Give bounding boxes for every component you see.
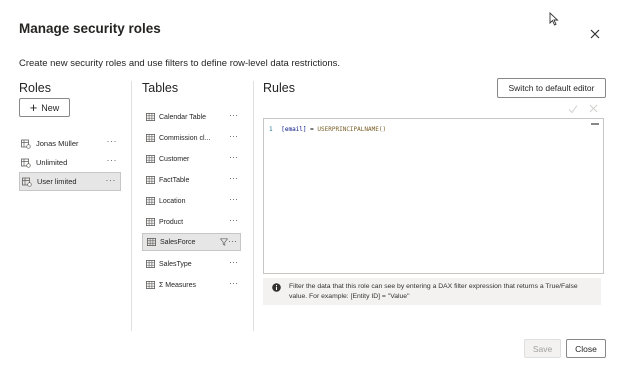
role-icon bbox=[21, 139, 31, 149]
plus-icon: + bbox=[29, 99, 38, 115]
role-label: User limited bbox=[37, 177, 77, 186]
info-text: Filter the data that this role can see b… bbox=[289, 283, 578, 300]
more-options-icon[interactable]: ··· bbox=[228, 236, 237, 246]
table-icon bbox=[146, 134, 155, 142]
table-label: Calendar Table bbox=[159, 113, 206, 121]
tables-heading: Tables bbox=[142, 81, 179, 95]
table-icon bbox=[146, 176, 155, 184]
manage-security-roles-dialog: Manage security roles Create new securit… bbox=[0, 0, 624, 367]
mouse-cursor-icon bbox=[549, 12, 559, 26]
info-message: Filter the data that this role can see b… bbox=[263, 278, 601, 305]
editor-scrollbar[interactable] bbox=[591, 123, 599, 125]
table-item[interactable]: Commission cl... ··· bbox=[142, 129, 241, 147]
save-button[interactable]: Save bbox=[524, 339, 561, 358]
table-label: Σ Measures bbox=[159, 281, 197, 289]
table-label: FactTable bbox=[159, 176, 190, 184]
table-label: Product bbox=[159, 218, 184, 226]
roles-heading: Roles bbox=[19, 81, 51, 95]
table-item[interactable]: FactTable ··· bbox=[142, 171, 241, 189]
more-options-icon[interactable]: ··· bbox=[229, 215, 238, 225]
table-icon bbox=[147, 238, 156, 246]
table-icon bbox=[146, 197, 155, 205]
dialog-subtitle: Create new security roles and use filter… bbox=[19, 58, 341, 69]
table-icon bbox=[146, 113, 155, 121]
role-icon bbox=[21, 158, 31, 168]
more-options-icon[interactable]: ··· bbox=[229, 152, 238, 162]
dax-code-editor[interactable]: 1 [email] = USERPRINCIPALNAME() bbox=[263, 118, 604, 274]
table-label: Commission cl... bbox=[159, 134, 211, 142]
table-item[interactable]: SalesType ··· bbox=[142, 255, 241, 273]
role-item-user-limited[interactable]: User limited ··· bbox=[19, 172, 121, 191]
line-number: 1 bbox=[269, 126, 273, 133]
table-icon bbox=[146, 260, 155, 268]
more-options-icon[interactable]: ··· bbox=[229, 278, 238, 288]
table-icon bbox=[146, 281, 155, 289]
table-item[interactable]: Location ··· bbox=[142, 192, 241, 210]
info-icon bbox=[272, 283, 281, 292]
table-item[interactable]: Customer ··· bbox=[142, 150, 241, 168]
table-item-selected[interactable]: SalesForce ··· bbox=[142, 233, 241, 251]
table-icon bbox=[146, 218, 155, 226]
role-label: Unlimited bbox=[36, 158, 68, 167]
more-options-icon[interactable]: ··· bbox=[229, 257, 238, 267]
more-options-icon[interactable]: ··· bbox=[229, 131, 238, 141]
more-options-icon[interactable]: ··· bbox=[107, 136, 118, 146]
code-line: 1 [email] = USERPRINCIPALNAME() bbox=[269, 126, 386, 133]
divider bbox=[131, 81, 132, 331]
table-label: SalesForce bbox=[160, 238, 196, 246]
code-function: USERPRINCIPALNAME() bbox=[317, 126, 387, 133]
dialog-title: Manage security roles bbox=[19, 21, 161, 36]
table-label: Location bbox=[159, 197, 186, 205]
role-label: Jonas Müller bbox=[36, 139, 79, 148]
filter-icon bbox=[220, 238, 228, 246]
code-column-ref: [email] bbox=[281, 126, 307, 133]
role-item-jonas-muller[interactable]: Jonas Müller ··· bbox=[19, 134, 121, 153]
new-role-button[interactable]: + New bbox=[19, 98, 70, 117]
new-role-label: New bbox=[41, 102, 60, 113]
table-label: SalesType bbox=[159, 260, 192, 268]
more-options-icon[interactable]: ··· bbox=[229, 194, 238, 204]
table-label: Customer bbox=[159, 155, 190, 163]
rules-heading: Rules bbox=[263, 81, 295, 95]
table-item[interactable]: Product ··· bbox=[142, 213, 241, 231]
divider bbox=[253, 81, 254, 331]
more-options-icon[interactable]: ··· bbox=[106, 175, 117, 185]
role-icon bbox=[22, 177, 32, 187]
close-icon[interactable] bbox=[588, 27, 602, 41]
code-operator: = bbox=[310, 126, 314, 133]
role-item-unlimited[interactable]: Unlimited ··· bbox=[19, 153, 121, 172]
more-options-icon[interactable]: ··· bbox=[107, 155, 118, 165]
table-item[interactable]: Σ Measures ··· bbox=[142, 276, 241, 294]
checkmark-icon[interactable] bbox=[568, 104, 578, 114]
more-options-icon[interactable]: ··· bbox=[229, 110, 238, 120]
more-options-icon[interactable]: ··· bbox=[229, 173, 238, 183]
close-button[interactable]: Close bbox=[566, 339, 606, 358]
table-icon bbox=[146, 155, 155, 163]
switch-to-default-editor-button[interactable]: Switch to default editor bbox=[497, 78, 606, 98]
table-item[interactable]: Calendar Table ··· bbox=[142, 108, 241, 126]
cancel-icon[interactable] bbox=[589, 104, 598, 113]
